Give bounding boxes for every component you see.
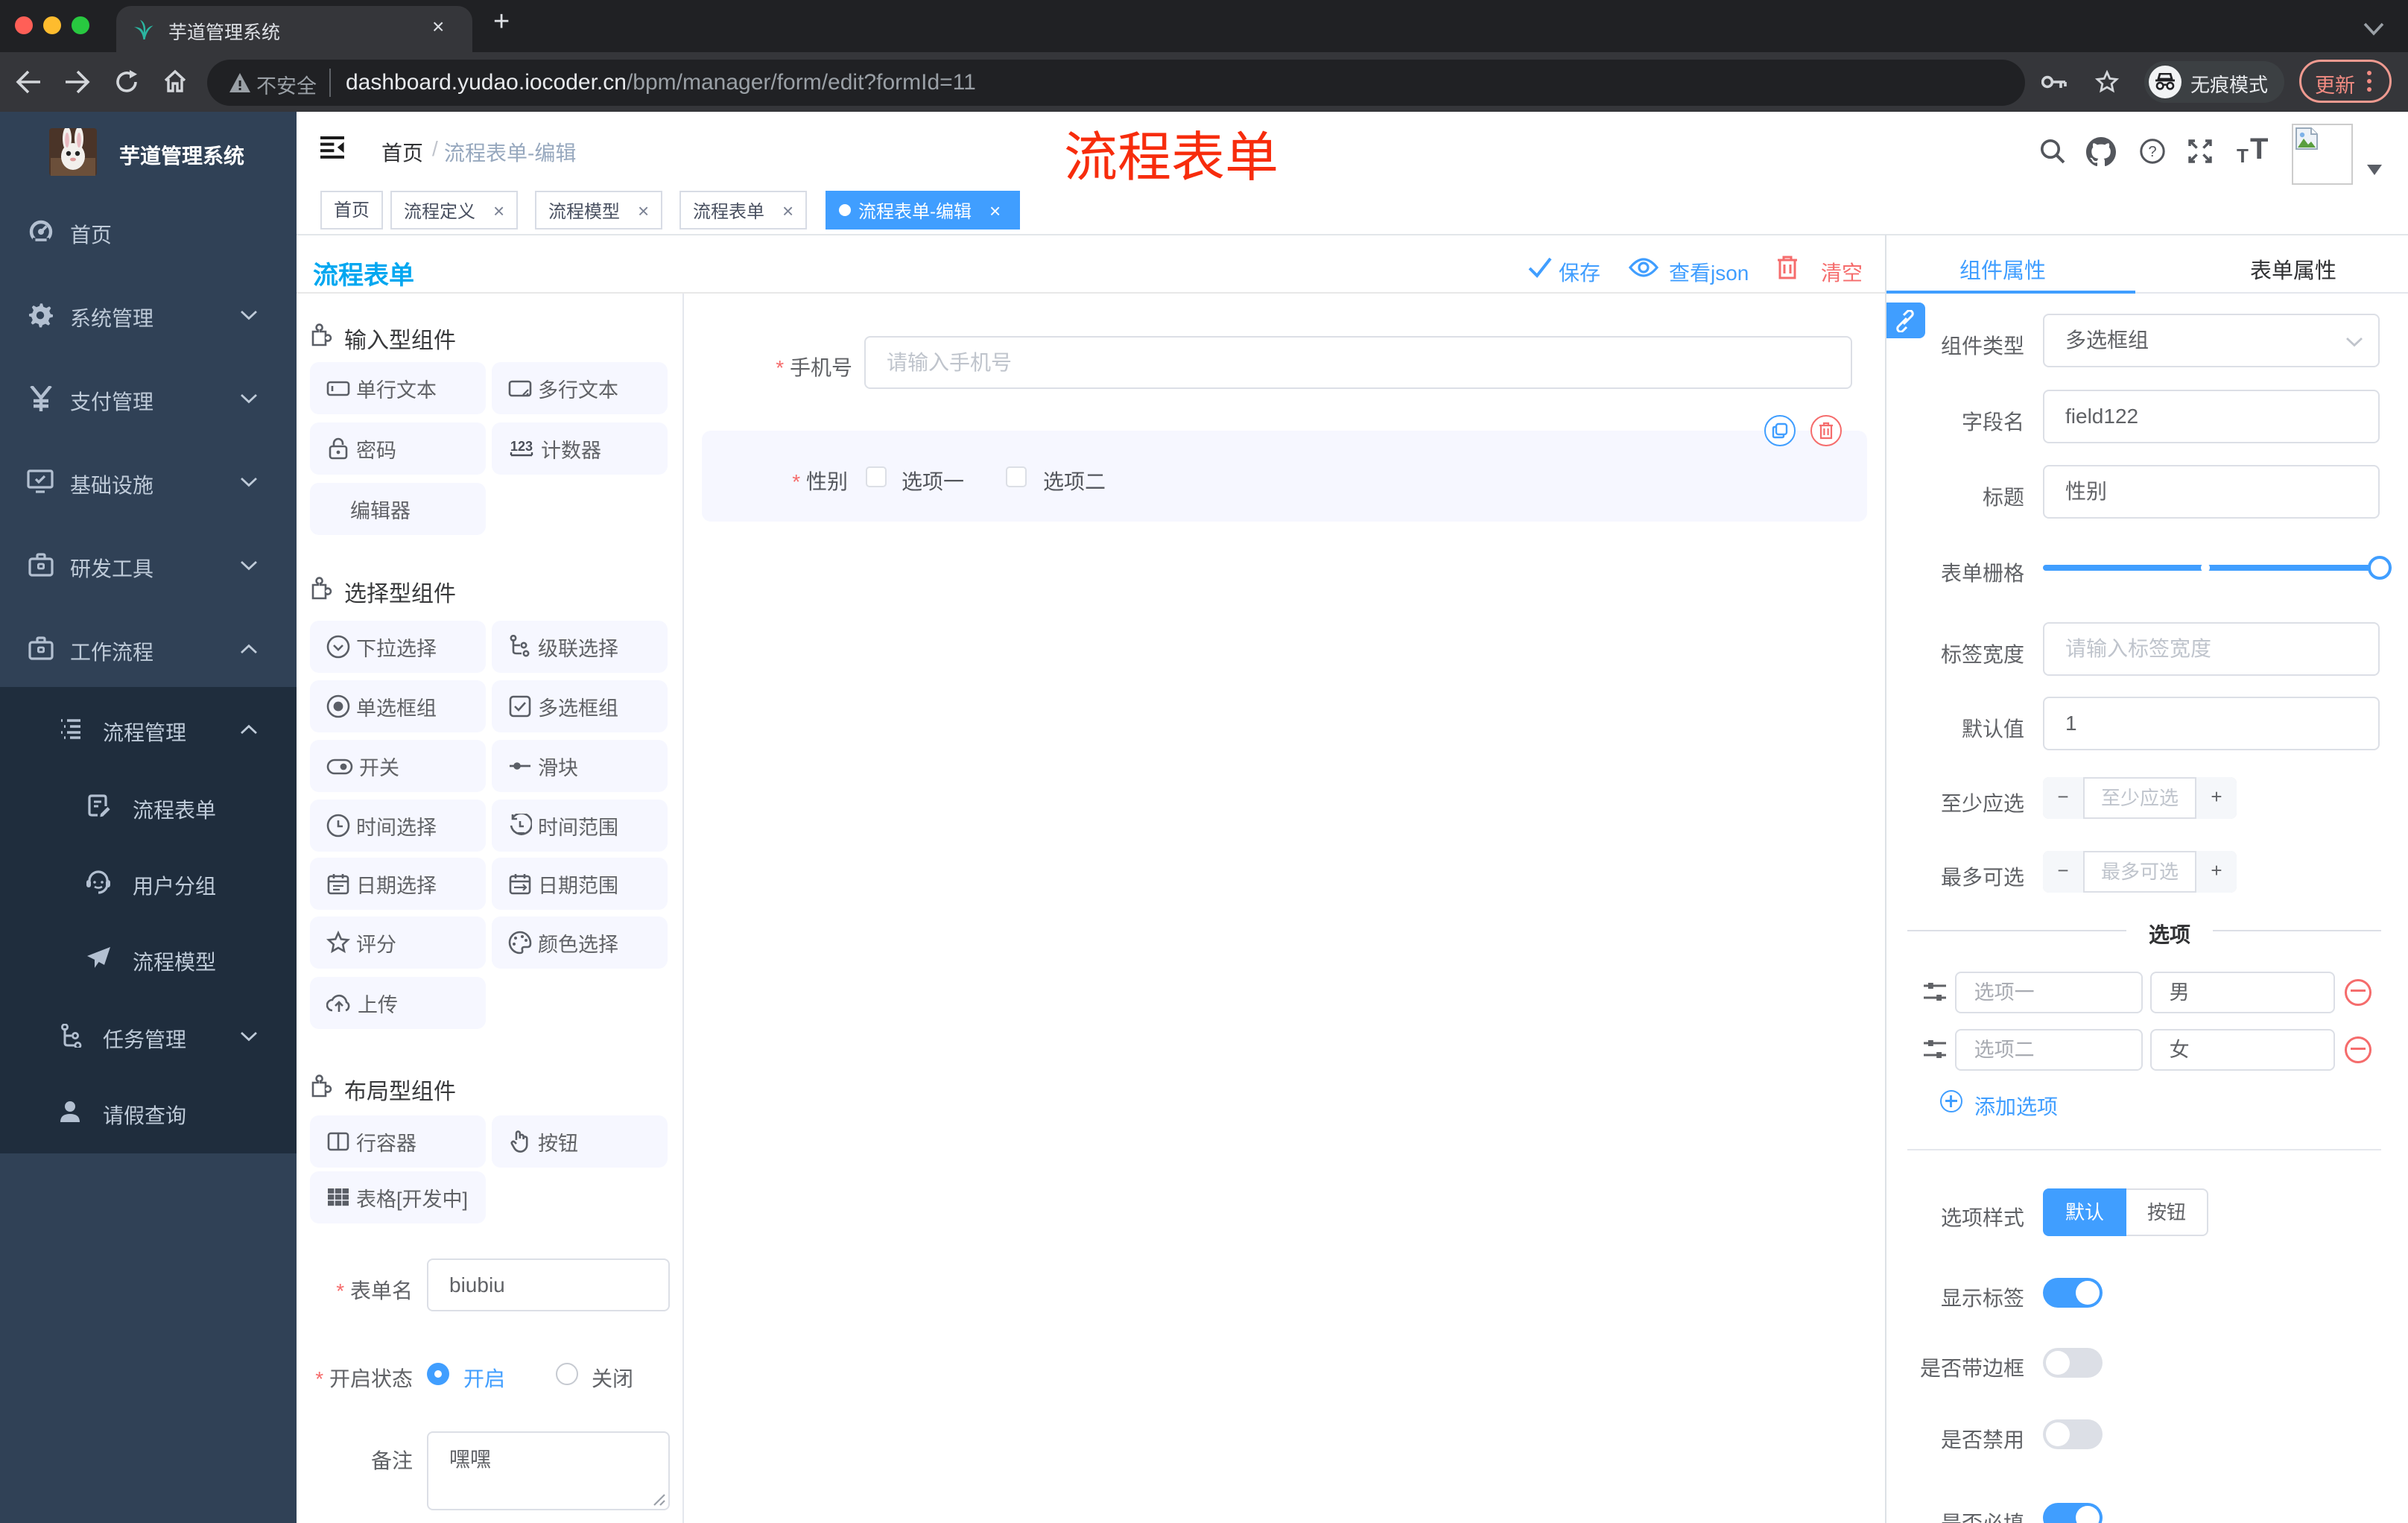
- svg-text:?: ?: [2148, 144, 2156, 160]
- svg-text:123: 123: [510, 439, 533, 454]
